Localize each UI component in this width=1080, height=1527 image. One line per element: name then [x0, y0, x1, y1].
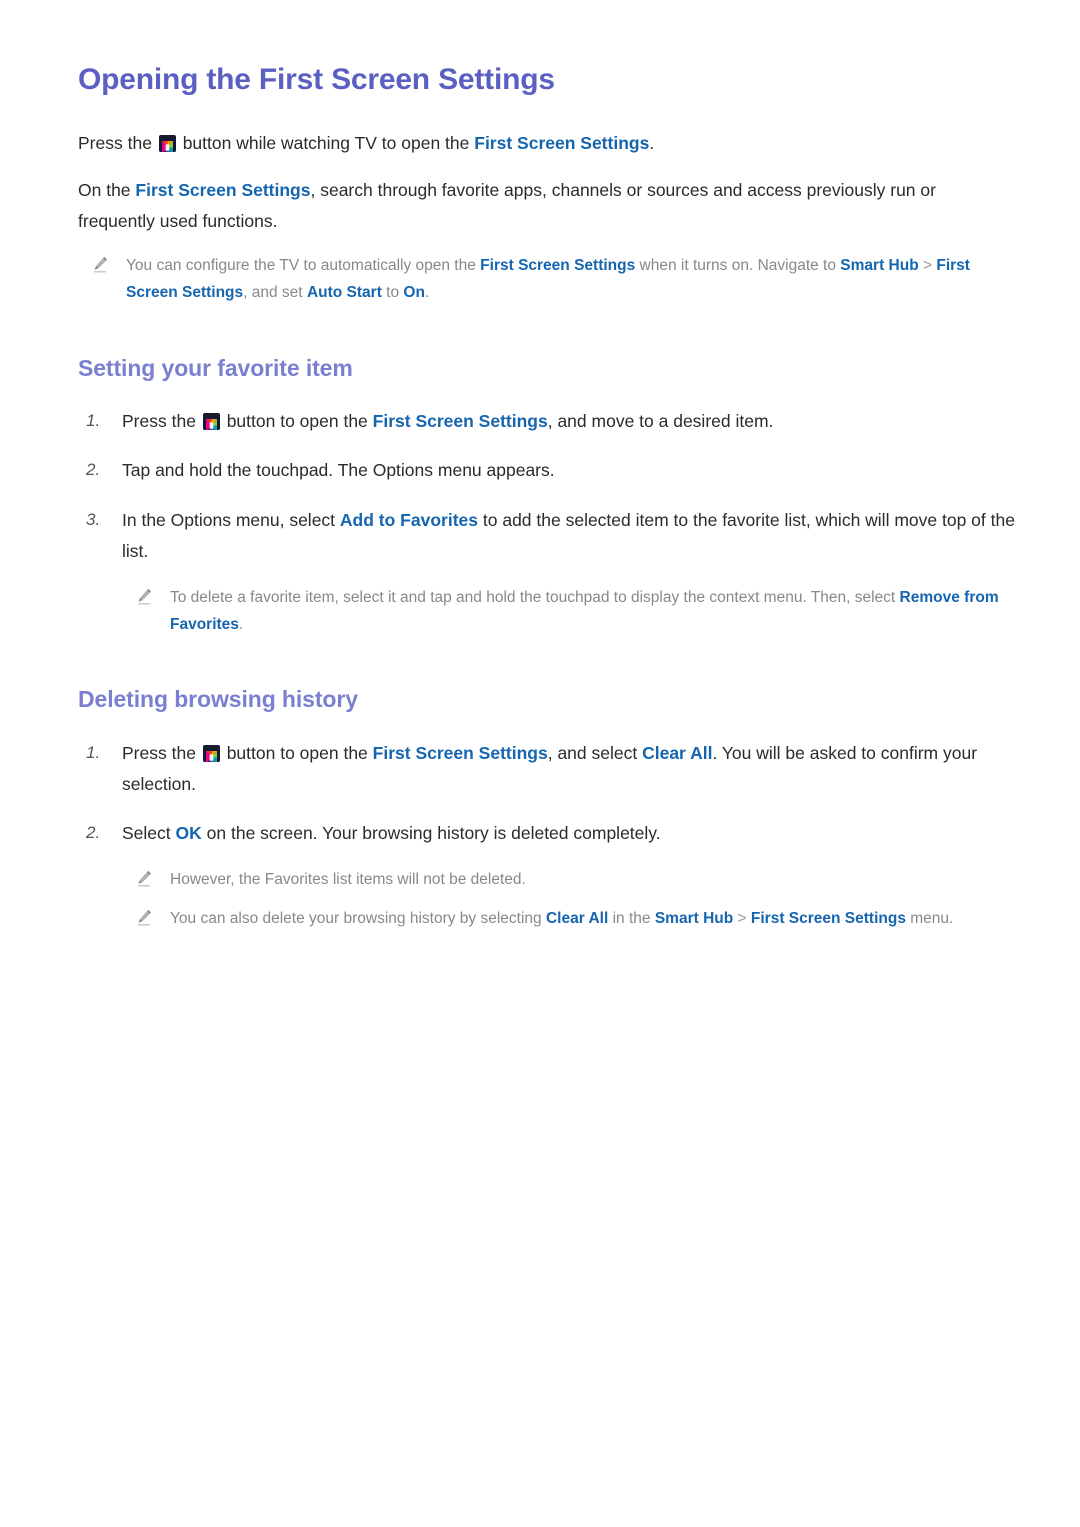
link-clear-all[interactable]: Clear All — [642, 743, 712, 763]
link-smart-hub[interactable]: Smart Hub — [655, 910, 733, 927]
step-number: 3. — [86, 509, 101, 529]
note-text: You can also delete your browsing histor… — [152, 906, 1008, 933]
link-first-screen-settings[interactable]: First Screen Settings — [373, 743, 548, 763]
smart-hub-button-icon — [202, 413, 220, 431]
page-title: Opening the First Screen Settings — [78, 63, 555, 96]
note-part-1: To delete a favorite item, select it and… — [170, 588, 896, 606]
pencil-icon — [136, 588, 152, 606]
link-first-screen-settings[interactable]: First Screen Settings — [751, 910, 906, 927]
link-smart-hub[interactable]: Smart Hub — [840, 257, 918, 274]
link-auto-start[interactable]: Auto Start — [307, 284, 382, 301]
step-number: 2. — [86, 460, 101, 480]
note-part-2: in the — [612, 909, 651, 927]
link-first-screen-settings[interactable]: First Screen Settings — [135, 180, 310, 200]
link-first-screen-settings[interactable]: First Screen Settings — [373, 411, 548, 431]
step-after-icon: button to open the — [226, 411, 368, 432]
list-item: 3. In the Options menu, select Add to Fa… — [78, 505, 1018, 567]
steps-list-favorite: 1. Press the button to open the First Sc… — [78, 406, 1018, 567]
link-first-screen-settings[interactable]: First Screen Settings — [480, 257, 635, 274]
pencil-icon — [92, 256, 108, 274]
note-remove-favorite: To delete a favorite item, select it and… — [78, 585, 1008, 638]
note-part-2: when it turns on. Navigate to — [639, 257, 836, 275]
list-item: 2. Tap and hold the touchpad. The Option… — [78, 455, 1018, 486]
list-item: 2. Select OK on the screen. Your browsin… — [78, 818, 1018, 849]
step-before-icon: Press the — [122, 411, 196, 432]
smart-hub-button-icon — [202, 744, 220, 762]
link-clear-all[interactable]: Clear All — [546, 910, 608, 927]
step-text: Tap and hold the touchpad. The Options m… — [122, 460, 555, 481]
section-title-history: Deleting browsing history — [78, 686, 358, 713]
step-before-link: In the Options menu, select — [122, 509, 336, 530]
step-before-icon: Press the — [122, 742, 196, 763]
link-ok[interactable]: OK — [176, 823, 202, 843]
note-text: To delete a favorite item, select it and… — [152, 585, 1008, 638]
list-item: 1. Press the button to open the First Sc… — [78, 406, 1018, 437]
pencil-icon — [136, 909, 152, 927]
step-number: 1. — [86, 411, 101, 431]
section-title-favorite: Setting your favorite item — [78, 354, 353, 381]
note-part-1: You can configure the TV to automaticall… — [126, 257, 476, 275]
step-number: 1. — [86, 742, 101, 762]
link-on[interactable]: On — [403, 284, 425, 301]
note-text: You can configure the TV to automaticall… — [108, 253, 1008, 306]
link-first-screen-settings[interactable]: First Screen Settings — [474, 133, 649, 153]
intro-para1-after: button while watching TV to open the — [182, 133, 470, 153]
step-number: 2. — [86, 823, 101, 843]
note-auto-start: You can configure the TV to automaticall… — [78, 253, 1008, 306]
step-after-link: on the screen. Your browsing history is … — [206, 823, 661, 844]
intro-para2-lead: On the — [78, 180, 131, 201]
document-page: Opening the First Screen Settings Press … — [0, 0, 1080, 1527]
breadcrumb-separator-icon: > — [922, 257, 933, 275]
note-text: However, the Favorites list items will n… — [170, 871, 526, 889]
note-part-4: to — [386, 284, 400, 302]
step-before-link: Select — [122, 823, 171, 844]
step-after-icon: button to open the — [226, 742, 368, 763]
breadcrumb-separator-icon: > — [737, 909, 747, 927]
steps-list-history: 1. Press the button to open the First Sc… — [78, 738, 1018, 849]
intro-paragraph-1: Press the button while watching TV to op… — [78, 128, 1008, 159]
note-part-3: menu. — [910, 909, 954, 927]
step-text: Select OK on the screen. Your browsing h… — [122, 818, 1018, 849]
pencil-icon — [136, 870, 152, 888]
step-middle: , and select — [547, 742, 638, 763]
note-clear-all-alternative: You can also delete your browsing histor… — [78, 906, 1008, 933]
smart-hub-button-icon — [158, 135, 176, 152]
step-text: In the Options menu, select Add to Favor… — [122, 505, 1018, 567]
list-item: 1. Press the button to open the First Sc… — [78, 738, 1018, 800]
intro-paragraph-2: On the First Screen Settings, search thr… — [78, 175, 1008, 237]
intro-para1-tail: . — [649, 133, 655, 153]
note-favorites-kept: However, the Favorites list items will n… — [78, 867, 1008, 894]
note-part-5: . — [424, 284, 430, 302]
step-text: Press the button to open the First Scree… — [122, 406, 1018, 437]
note-part-2: . — [238, 615, 244, 633]
note-part-3: , and set — [243, 284, 303, 302]
intro-para1-before: Press the — [78, 133, 152, 153]
step-text: Press the button to open the First Scree… — [122, 738, 1018, 800]
note-part-1: You can also delete your browsing histor… — [170, 909, 542, 927]
step-tail: , and move to a desired item. — [547, 411, 774, 432]
link-add-to-favorites[interactable]: Add to Favorites — [340, 510, 478, 530]
